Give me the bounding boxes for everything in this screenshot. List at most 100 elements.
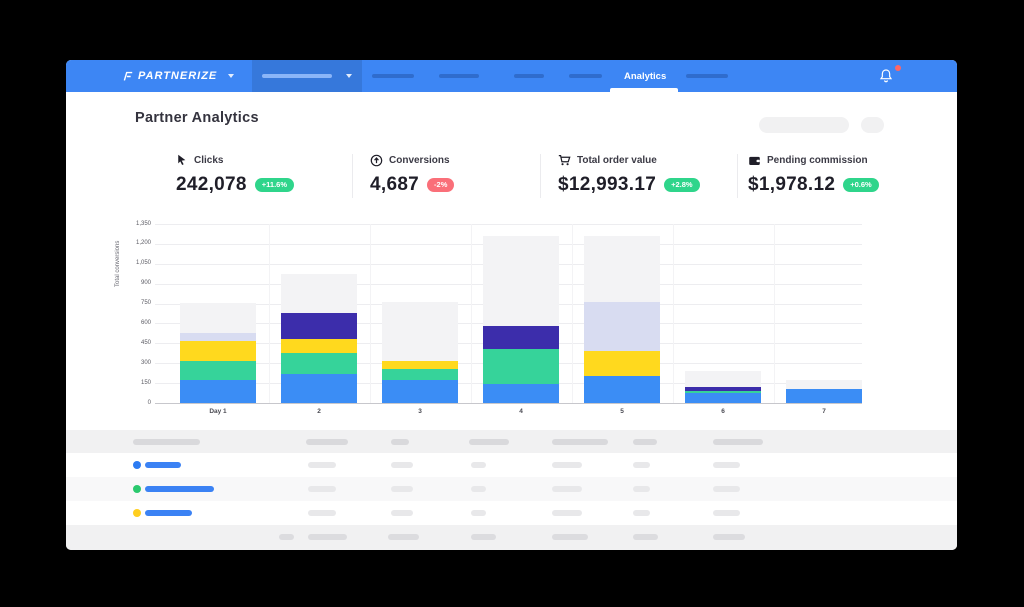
bar-segment-green [180, 360, 256, 380]
bar-segment-blue [685, 393, 761, 403]
x-tick-label: 4 [519, 408, 523, 415]
kpi-label: Clicks [194, 154, 224, 166]
chevron-down-icon [228, 74, 235, 78]
footer-cell-skeleton [279, 534, 294, 540]
bar-segment-yellow [382, 360, 458, 369]
bar-segment-indigo [281, 312, 357, 340]
bar-segment-blue [584, 375, 660, 403]
bar-stack-6[interactable] [685, 224, 761, 403]
bar-segment-gray [180, 302, 256, 334]
vertical-gridline [571, 224, 573, 403]
kpi-value: 4,687 [370, 174, 420, 195]
y-tick-label: 450 [140, 339, 151, 346]
footer-cell-skeleton [471, 534, 496, 540]
partner-link-skeleton[interactable] [145, 486, 214, 492]
tab-analytics-label: Analytics [624, 70, 667, 82]
kpi-label: Conversions [389, 154, 450, 166]
partner-link-skeleton[interactable] [145, 510, 192, 516]
partners-table [66, 430, 957, 550]
bar-segment-green [685, 391, 761, 394]
y-tick-label: 750 [140, 300, 151, 307]
footer-cell-skeleton [308, 534, 347, 540]
account-selector[interactable] [252, 60, 362, 92]
cell-skeleton [471, 462, 486, 468]
kpi-card-clicks: Clicks 242,078 +11.6% [176, 152, 295, 196]
notification-dot [895, 65, 901, 71]
notifications-button[interactable] [876, 65, 902, 87]
wallet-icon [748, 154, 761, 167]
conversions-chart: 0 150 300 450 600 750 900 1,050 1,200 1,350 Day 1 2… [136, 221, 862, 415]
cell-skeleton [471, 486, 486, 492]
x-tick-label: 5 [620, 408, 624, 415]
x-tick-label: 2 [317, 408, 321, 415]
y-axis-label: Total conversions [115, 240, 121, 287]
cell-skeleton [552, 486, 582, 492]
top-nav: PARTNERIZE Analytics [66, 60, 957, 92]
x-tick-label: 7 [822, 408, 826, 415]
bar-segment-gray [685, 370, 761, 388]
x-tick-label: Day 1 [209, 408, 227, 415]
cell-skeleton [552, 510, 582, 516]
kpi-divider [352, 154, 353, 198]
nav-item-skeleton-4[interactable] [569, 74, 602, 78]
cell-skeleton [391, 510, 413, 516]
cell-skeleton [552, 462, 582, 468]
bar-stack-2[interactable] [281, 224, 357, 403]
kpi-change-badge: +0.6% [843, 178, 879, 192]
nav-item-skeleton-2[interactable] [439, 74, 479, 78]
bar-segment-gray [483, 235, 559, 327]
nav-item-skeleton-3[interactable] [514, 74, 544, 78]
cursor-icon [176, 154, 188, 166]
cell-skeleton [308, 510, 336, 516]
bar-stack-1[interactable] [180, 224, 256, 403]
y-tick-label: 900 [140, 280, 151, 287]
nav-item-skeleton-5[interactable] [686, 74, 728, 78]
y-tick-label: 0 [147, 399, 151, 406]
bar-segment-gray [584, 235, 660, 302]
kpi-label: Total order value [577, 154, 657, 166]
kpi-label: Pending commission [767, 154, 868, 166]
brand-name: PARTNERIZE [138, 70, 218, 82]
kpi-card-total-order-value: Total order value $12,993.17 +2.8% [558, 152, 700, 196]
bar-stack-3[interactable] [382, 224, 458, 403]
partner-link-skeleton[interactable] [145, 462, 181, 468]
header-action-skeleton[interactable] [861, 117, 884, 133]
nav-item-skeleton-1[interactable] [372, 74, 414, 78]
kpi-change-badge: +2.8% [664, 178, 700, 192]
partnerize-logo-icon [122, 71, 133, 82]
x-tick-label: 6 [721, 408, 725, 415]
legend-dot [133, 461, 141, 469]
kpi-value: $1,978.12 [748, 174, 836, 195]
kpi-divider [540, 154, 541, 198]
bar-segment-gray [281, 274, 357, 313]
bar-segment-blue [382, 380, 458, 403]
vertical-gridline [369, 224, 371, 403]
cell-skeleton [713, 462, 740, 468]
bar-stack-5[interactable] [584, 224, 660, 403]
legend-dot [133, 485, 141, 493]
vertical-gridline [773, 224, 775, 403]
brand-logo[interactable]: PARTNERIZE [122, 60, 235, 92]
header-cell-skeleton [713, 439, 763, 445]
cell-skeleton [391, 486, 413, 492]
bar-segment-lavender [180, 333, 256, 342]
active-tab-indicator [610, 88, 678, 92]
bar-stack-7[interactable] [786, 224, 862, 403]
bar-segment-gray [382, 301, 458, 361]
vertical-gridline [268, 224, 270, 403]
bar-segment-green [281, 352, 357, 374]
kpi-change-badge: +11.6% [254, 178, 295, 192]
y-tick-label: 300 [140, 359, 151, 366]
kpi-card-pending-commission: Pending commission $1,978.12 +0.6% [748, 152, 879, 196]
header-cell-skeleton [469, 439, 509, 445]
bar-segment-green [382, 368, 458, 381]
cell-skeleton [391, 462, 413, 468]
screenshot-canvas: { "nav": { "brand": "PARTNERIZE", "activ… [0, 0, 1024, 607]
y-tick-label: 600 [140, 319, 151, 326]
kpi-value: $12,993.17 [558, 174, 657, 195]
cell-skeleton [713, 486, 740, 492]
date-range-skeleton[interactable] [759, 117, 849, 133]
bar-stack-4[interactable] [483, 224, 559, 403]
bar-segment-blue [180, 379, 256, 403]
kpi-card-conversions: Conversions 4,687 -2% [370, 152, 455, 196]
